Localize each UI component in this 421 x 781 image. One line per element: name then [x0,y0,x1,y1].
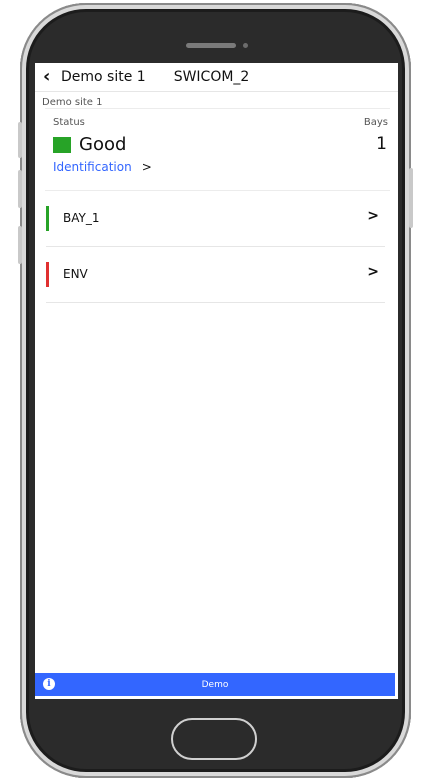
phone-side-button-left-2 [18,170,22,208]
status-value: Good [79,134,127,155]
page-title: SWICOM_2 [173,69,250,85]
phone-side-button-left-1 [18,122,22,158]
app-screen: ‹ Demo site 1 SWICOM_2 Demo site 1 Statu… [35,63,398,699]
back-button-label: Demo site 1 [61,69,146,85]
chevron-right-icon: > [141,160,152,174]
status-label: Status [53,117,85,128]
phone-side-button-left-3 [18,226,22,264]
back-button[interactable]: ‹ Demo site 1 [35,68,146,86]
bays-value: 1 [376,134,387,154]
chevron-right-icon: > [367,208,379,224]
phone-home-button[interactable] [171,718,257,760]
phone-speaker [186,43,236,48]
summary-card: Status Bays Good 1 Identification > [45,108,390,191]
bay-list: BAY_1 > ENV > [35,191,398,303]
status-bar [46,206,49,231]
info-icon[interactable]: i [43,678,55,690]
phone-camera [243,43,248,48]
list-item-label: ENV [63,267,88,281]
bays-label: Bays [363,117,388,128]
breadcrumb: Demo site 1 [42,97,103,108]
identification-label: Identification [53,160,132,174]
demo-banner: i Demo [35,673,395,696]
list-item[interactable]: BAY_1 > [46,191,385,247]
status-bar [46,262,49,287]
list-item-label: BAY_1 [63,211,100,225]
nav-bar: ‹ Demo site 1 SWICOM_2 [35,63,398,92]
chevron-right-icon: > [367,264,379,280]
list-item[interactable]: ENV > [46,247,385,303]
phone-side-button-right [409,168,413,228]
demo-banner-label: Demo [201,679,229,690]
chevron-left-icon: ‹ [43,66,51,87]
status-square-icon [53,136,71,153]
status-indicator: Good [53,134,126,155]
identification-link[interactable]: Identification > [53,160,152,174]
